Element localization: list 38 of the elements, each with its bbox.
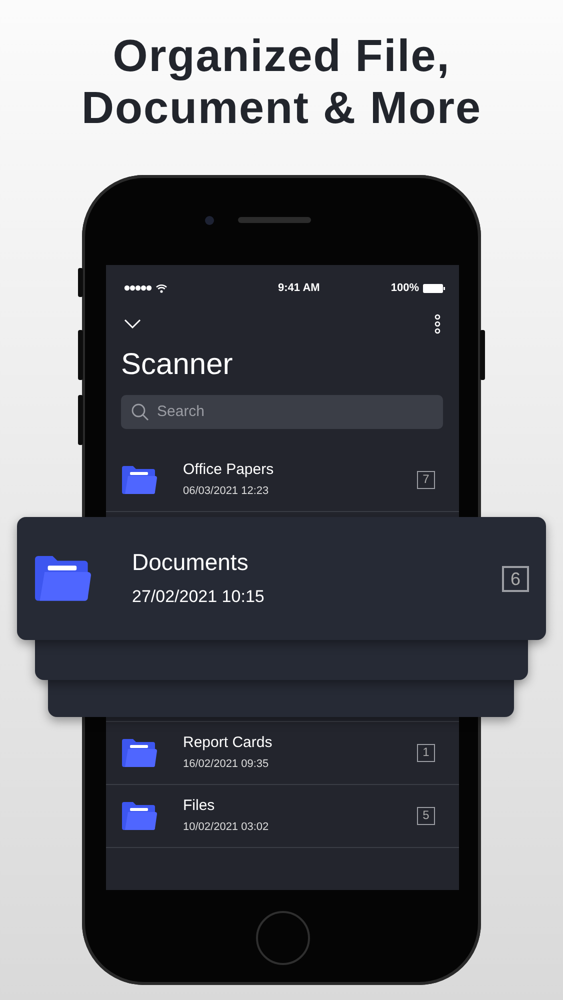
folder-row[interactable]: Report Cards 16/02/2021 09:35 1 [106,722,459,785]
folder-date: 27/02/2021 10:15 [132,586,266,608]
item-count: 6 [502,566,529,592]
camera-icon [204,216,214,224]
chevron-down-icon[interactable] [124,318,141,328]
folder-icon [122,739,157,767]
search-field[interactable]: Search [121,395,443,429]
item-count: 7 [417,471,435,489]
side-button[interactable] [78,268,83,297]
folder-row[interactable]: Files 10/02/2021 03:02 5 [106,785,459,848]
folder-name: Office Papers [183,460,275,479]
battery-percent: 100% [390,280,419,296]
more-icon[interactable] [434,314,441,334]
folder-row[interactable]: Office Papers 06/03/2021 12:23 7 [106,449,459,512]
wifi-icon [156,284,167,292]
screen-title: Scanner [121,347,234,383]
speaker-icon [238,217,310,223]
search-icon [131,403,149,421]
battery-icon [422,284,445,292]
folder-name: Files [183,796,216,815]
folder-name: Documents [132,548,250,576]
headline: Organized File, Document & More [80,30,483,134]
side-button[interactable] [78,395,83,445]
folder-card[interactable]: Documents 27/02/2021 10:15 6 [17,517,546,640]
folder-name: Report Cards [183,734,274,752]
status-time: 9:41 AM [278,280,320,296]
folder-date: 16/02/2021 09:35 [183,756,270,772]
side-button[interactable] [480,330,485,380]
home-button[interactable] [256,910,310,964]
folder-icon [122,466,157,494]
item-count: 5 [417,807,435,825]
folder-icon [122,802,157,830]
folder-date: 10/02/2021 03:02 [183,820,270,835]
folder-date: 06/03/2021 12:23 [183,484,270,499]
item-count: 1 [417,744,435,762]
folder-icon [35,556,91,601]
side-button[interactable] [78,330,83,380]
signal-icon [124,285,152,291]
